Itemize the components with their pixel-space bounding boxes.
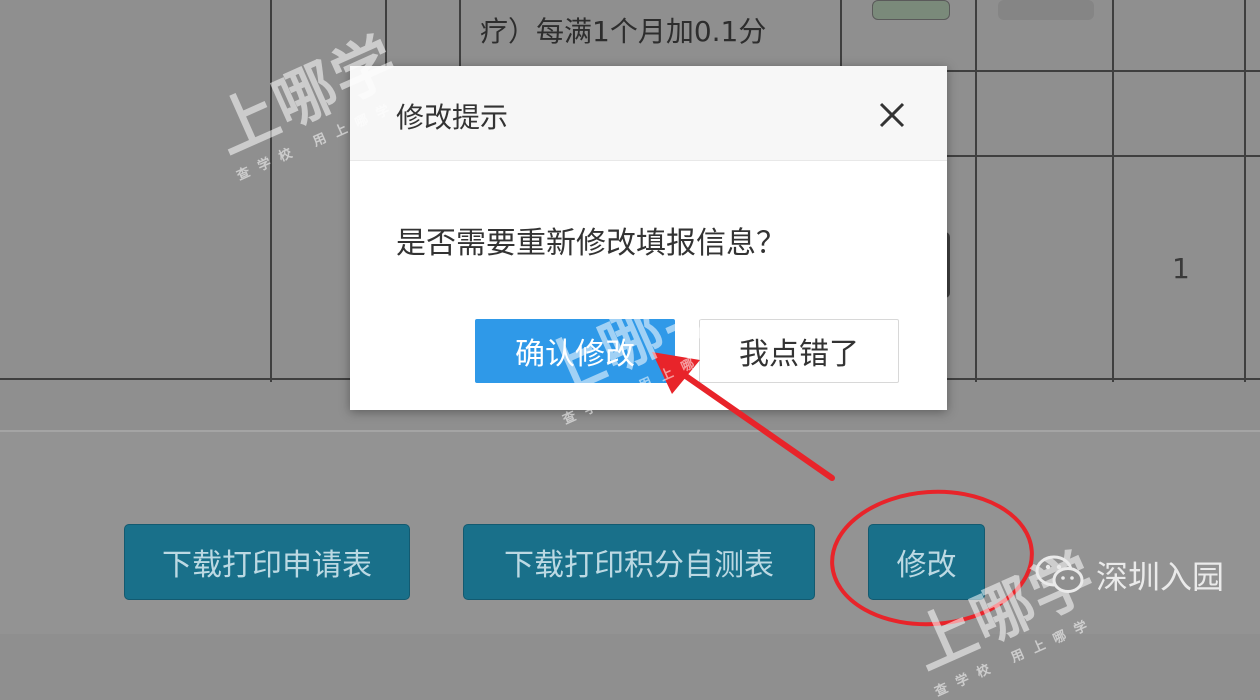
wechat-icon [1035, 555, 1084, 593]
close-icon[interactable] [877, 100, 907, 130]
dialog-title: 修改提示 [396, 101, 509, 134]
wechat-account: 深圳入园 [1034, 552, 1224, 598]
wechat-account-label: 深圳入园 [1096, 558, 1225, 596]
table-border [840, 0, 842, 70]
download-application-button[interactable]: 下载打印申请表 [124, 524, 410, 600]
table-border [1244, 0, 1246, 382]
modify-button[interactable]: 修改 [868, 524, 985, 600]
table-border [946, 155, 1260, 157]
cell-value: 1 [1172, 252, 1190, 285]
confirm-modify-button[interactable]: 确认修改 [475, 319, 675, 383]
table-border [459, 0, 461, 70]
modify-dialog: 修改提示 是否需要重新修改填报信息？ 确认修改 我点错了 [350, 66, 947, 410]
table-border [975, 0, 977, 382]
table-border [270, 0, 272, 382]
criteria-text: 疗）每满1个月加0.1分 [480, 15, 767, 48]
cancel-button[interactable]: 我点错了 [699, 319, 899, 383]
dialog-header: 修改提示 [350, 66, 947, 161]
row-button[interactable] [998, 0, 1094, 20]
table-border [1112, 0, 1114, 382]
check-button[interactable] [872, 0, 950, 20]
dialog-message: 是否需要重新修改填报信息？ [396, 226, 786, 261]
download-points-button[interactable]: 下载打印积分自测表 [463, 524, 815, 600]
